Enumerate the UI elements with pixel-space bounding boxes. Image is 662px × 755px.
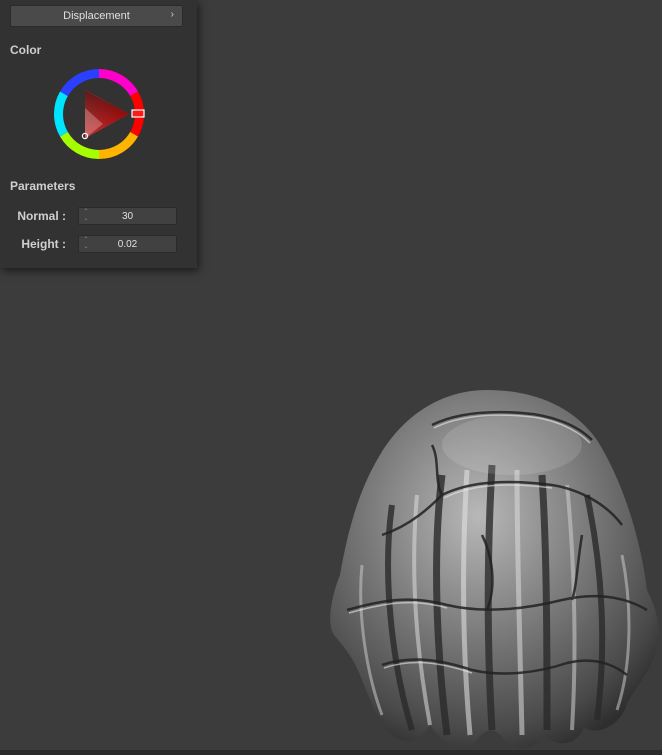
bottom-status-bar [0, 750, 662, 755]
dropdown-label: Displacement [63, 10, 130, 22]
normal-label: Normal : [17, 209, 66, 223]
height-input[interactable]: ⌃ ⌄ 0.02 [78, 235, 177, 253]
spinner-icon[interactable]: ⌃ ⌄ [82, 237, 90, 251]
normal-value: 30 [121, 210, 134, 222]
parameters-section-title: Parameters [10, 179, 76, 193]
3d-viewport[interactable]: Displacement › Color Parameters Normal:… [0, 0, 662, 755]
sculpted-model[interactable] [322, 385, 662, 755]
spinner-icon[interactable]: ⌃ ⌄ [82, 209, 90, 223]
hue-handle[interactable] [131, 109, 145, 118]
height-label: Height : [21, 237, 66, 251]
displacement-panel: Displacement › Color Parameters Normal:… [0, 0, 197, 268]
color-section-title: Color [10, 43, 42, 57]
brush-type-dropdown[interactable]: Displacement › [10, 5, 183, 27]
color-wheel-icon[interactable] [53, 68, 145, 160]
height-value: 0.02 [117, 238, 138, 250]
chevron-right-icon: › [170, 9, 174, 20]
normal-input[interactable]: ⌃ ⌄ 30 [78, 207, 177, 225]
